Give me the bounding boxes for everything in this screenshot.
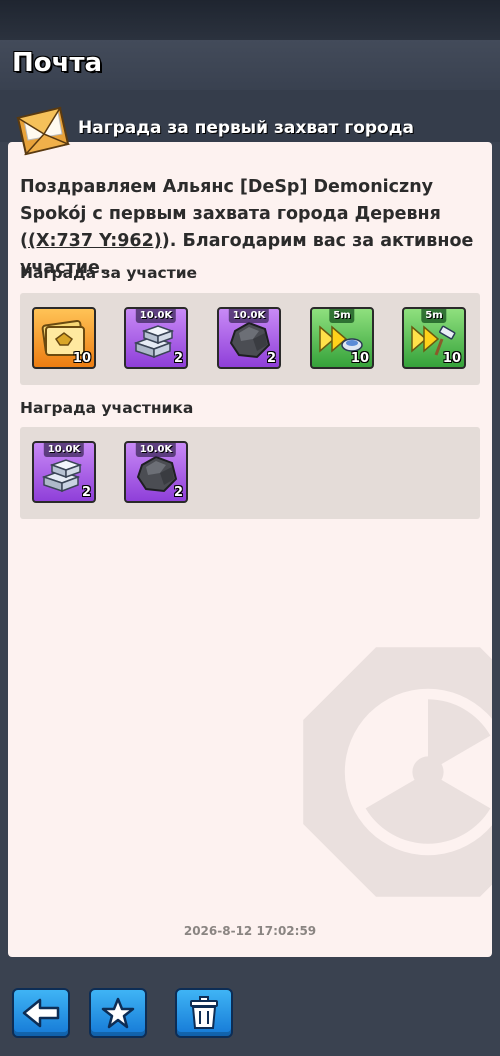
- participant-reward-label: Награда участника: [20, 399, 194, 417]
- coordinates-link[interactable]: (X:737 Y:962): [28, 231, 162, 251]
- back-button[interactable]: [12, 988, 70, 1038]
- item-amount-badge: 5m: [421, 309, 447, 323]
- item-amount-badge: 10.0K: [43, 443, 85, 457]
- trash-icon: [190, 996, 218, 1029]
- mail-timestamp: 2026-8-12 17:02:59: [183, 924, 317, 938]
- reward-item[interactable]: 5m 10: [402, 307, 466, 369]
- item-amount-badge: 10.0K: [228, 309, 270, 323]
- envelope-icon: [14, 104, 72, 156]
- delete-button[interactable]: [175, 988, 233, 1038]
- reward-item[interactable]: 10.0K 2: [217, 307, 281, 369]
- star-icon: [101, 997, 135, 1029]
- reward-item[interactable]: 10.0K 2: [124, 307, 188, 369]
- item-quantity: 2: [81, 485, 91, 500]
- item-quantity: 2: [173, 351, 183, 366]
- reward-item[interactable]: 10.0K 2: [124, 441, 188, 503]
- footer-bar: [0, 957, 500, 1056]
- reward-item[interactable]: 5m 10: [310, 307, 374, 369]
- page-title: Почта: [12, 48, 103, 78]
- item-amount-badge: 5m: [329, 309, 355, 323]
- reward-item[interactable]: 10: [32, 307, 96, 369]
- item-quantity: 10: [442, 351, 461, 366]
- item-quantity: 10: [72, 351, 91, 366]
- back-arrow-icon: [22, 998, 60, 1028]
- favorite-button[interactable]: [89, 988, 147, 1038]
- alliance-emblem-icon: [303, 647, 492, 897]
- item-amount-badge: 10.0K: [135, 309, 177, 323]
- header: Почта: [0, 40, 500, 90]
- mail-subject: Награда за первый захват города: [78, 118, 414, 138]
- item-quantity: 2: [266, 351, 276, 366]
- participant-reward-panel: 10.0K 2 10.0K 2: [20, 427, 480, 519]
- item-quantity: 2: [173, 485, 183, 500]
- status-bar: [0, 0, 500, 40]
- participation-reward-panel: 10 10.0K 2 10.0K 2 5m 10 5m 10: [20, 293, 480, 385]
- item-quantity: 10: [350, 351, 369, 366]
- reward-item[interactable]: 10.0K 2: [32, 441, 96, 503]
- participation-reward-label: Награда за участие: [20, 264, 198, 282]
- item-amount-badge: 10.0K: [135, 443, 177, 457]
- mail-card: Поздравляем Альянс [DeSp] Demoniczny Spo…: [8, 142, 492, 957]
